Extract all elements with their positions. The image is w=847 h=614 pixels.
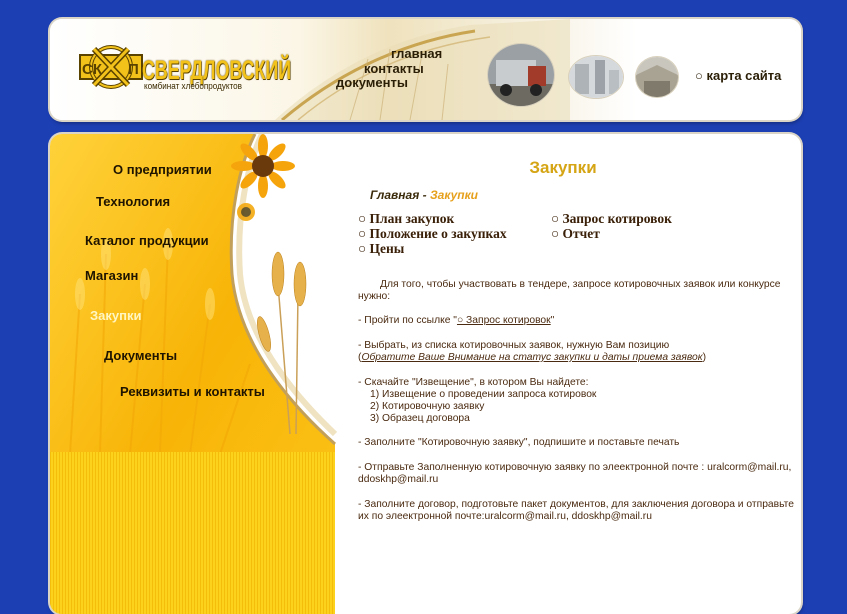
- sidebar-wheat-background: [50, 134, 338, 614]
- main-panel: О предприятии Технология Каталог продукц…: [50, 134, 801, 614]
- breadcrumb-home-link[interactable]: Главная: [370, 188, 419, 202]
- step-2: - Выбрать, из списка котировочных заявок…: [358, 340, 670, 351]
- nav-documents-link[interactable]: документы: [336, 75, 408, 90]
- content-area: Закупки Главная - Закупки ○ План закупок…: [358, 134, 795, 614]
- quote-request-inline-link[interactable]: ○ Запрос котировок: [457, 315, 551, 326]
- sidebar-item-about[interactable]: О предприятии: [113, 162, 212, 177]
- step-5-emails: ddoskhp@mail.ru: [358, 474, 439, 485]
- sidebar-item-catalog[interactable]: Каталог продукции: [85, 233, 209, 248]
- step-6: - Заполните договор, подготовьте пакет д…: [358, 499, 795, 510]
- breadcrumb: Главная - Закупки: [370, 188, 478, 202]
- link-report[interactable]: ○ Отчет: [551, 226, 600, 242]
- header-panel: СК П СВЕРДЛОВСКИЙ комбинат хлебопродукто…: [50, 19, 801, 120]
- link-prices[interactable]: ○ Цены: [358, 241, 404, 257]
- sidebar-item-shop[interactable]: Магазин: [85, 268, 138, 283]
- step-3-item-1: 1) Извещение о проведении запроса котиро…: [370, 389, 597, 400]
- page-title: Закупки: [529, 158, 597, 177]
- step-5: - Отправьте Заполненную котировочную зая…: [358, 462, 792, 473]
- company-logo[interactable]: СК П СВЕРДЛОВСКИЙ комбинат хлебопродукто…: [78, 41, 291, 99]
- truck-photo-icon: [487, 43, 555, 107]
- logo-subtitle: комбинат хлебопродуктов: [144, 81, 242, 91]
- breadcrumb-current: Закупки: [429, 188, 478, 202]
- step-3: - Скачайте "Извещение", в котором Вы най…: [358, 377, 589, 388]
- step-6-emails: их по элеектронной почте:uralcorm@mail.r…: [358, 511, 652, 522]
- link-procurement-regulations[interactable]: ○ Положение о закупках: [358, 226, 507, 242]
- intro-paragraph: Для того, чтобы участвовать в тендере, з…: [358, 279, 781, 302]
- svg-text:СК: СК: [82, 61, 103, 78]
- warehouse-photo-icon: [635, 56, 679, 98]
- step-1: - Пройти по ссылке "○ Запрос котировок": [358, 315, 555, 326]
- sitemap-link[interactable]: ○ карта сайта: [695, 68, 781, 83]
- svg-text:П: П: [128, 61, 139, 78]
- sidebar-item-purchases[interactable]: Закупки: [90, 308, 141, 323]
- nav-contacts-link[interactable]: контакты: [364, 61, 424, 76]
- nav-home-link[interactable]: главная: [391, 46, 442, 61]
- sidebar-item-requisites[interactable]: Реквизиты и контакты: [120, 384, 265, 399]
- breadcrumb-separator: -: [419, 188, 430, 202]
- link-purchase-plan[interactable]: ○ План закупок: [358, 211, 454, 227]
- step-2-note: (Обратите Ваше Внимание на статус закупк…: [358, 352, 707, 363]
- status-note-link[interactable]: Обратите Ваше Внимание на статус закупки…: [361, 352, 702, 363]
- sidebar-item-documents[interactable]: Документы: [104, 348, 177, 363]
- step-3-item-2: 2) Котировочную заявку: [370, 401, 485, 412]
- link-quote-request[interactable]: ○ Запрос котировок: [551, 211, 672, 227]
- sidebar-item-technology[interactable]: Технология: [96, 194, 170, 209]
- step-3-item-3: 3) Образец договора: [370, 413, 470, 424]
- mill-photo-icon: [568, 55, 624, 99]
- logo-emblem-icon: СК П: [79, 45, 143, 89]
- step-4: - Заполните "Котировочную заявку", подпи…: [358, 437, 680, 448]
